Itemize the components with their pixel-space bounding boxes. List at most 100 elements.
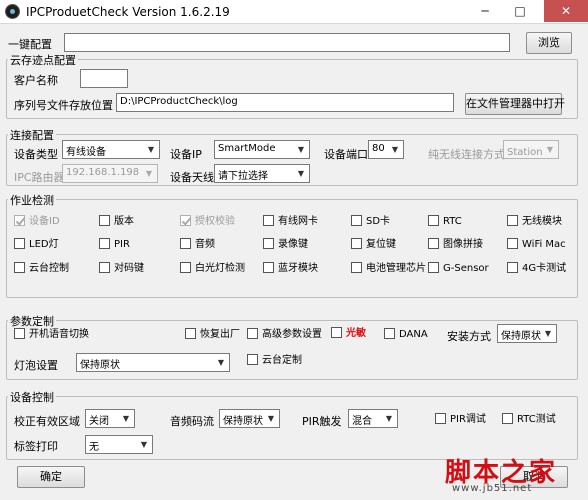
test-checkbox[interactable]: 音频 [180,238,215,251]
test-checkbox-label: 无线模块 [522,216,562,227]
advanced-params-checkbox[interactable]: 高级参数设置 [247,328,322,341]
voice-switch-label: 开机语音切换 [29,329,89,340]
test-checkbox[interactable]: LED灯 [14,238,59,251]
test-checkbox[interactable]: 设备ID [14,215,60,228]
test-checkbox[interactable]: 对码键 [99,262,144,275]
test-checkbox[interactable]: RTC [428,215,462,228]
connection-config-title: 连接配置 [8,127,56,143]
tag-print-value: 无 [89,442,99,453]
checkbox-box [185,328,196,339]
chevron-down-icon: ▼ [264,411,278,426]
title-bar: IPCProduetCheck Version 1.6.2.19 ─ □ ✕ [0,0,588,24]
test-checkbox[interactable]: 授权校验 [180,215,235,228]
device-port-select[interactable]: 80 ▼ [368,140,404,159]
test-checkbox[interactable]: G-Sensor [428,262,489,275]
light-sensitive-checkbox[interactable]: 光敏 [331,327,366,340]
test-checkbox[interactable]: 录像键 [263,238,308,251]
test-checkbox-label: 音频 [195,239,215,250]
checkbox-box [99,262,110,273]
test-checkbox-label: G-Sensor [443,263,489,274]
cloud-config-title: 云存迹点配置 [8,52,78,68]
test-checkbox[interactable]: 复位键 [351,238,396,251]
customer-name-input[interactable] [80,69,128,88]
checkbox-box [99,215,110,226]
pir-trigger-value: 混合 [352,416,372,427]
install-method-label: 安装方式 [447,330,491,343]
test-checkbox-label: 4G卡测试 [522,263,567,274]
onekey-input[interactable] [64,33,510,52]
serial-path-input[interactable]: D:\IPCProductCheck\log [116,93,454,112]
chevron-down-icon: ▼ [137,437,151,452]
close-button[interactable]: ✕ [544,0,588,22]
test-checkbox[interactable]: 白光灯检测 [180,262,245,275]
test-checkbox[interactable]: 版本 [99,215,134,228]
advanced-params-label: 高级参数设置 [262,329,322,340]
region-select[interactable]: 关闭 ▼ [85,409,135,428]
test-checkbox[interactable]: 4G卡测试 [507,262,566,275]
test-checkbox-label: WiFi Mac [522,239,566,250]
antenna-value: 请下拉选择 [218,171,268,182]
voice-switch-checkbox[interactable]: 开机语音切换 [14,328,89,341]
test-checkbox[interactable]: 无线模块 [507,215,562,228]
ptz-custom-checkbox[interactable]: 云台定制 [247,354,302,367]
light-sensitive-label: 光敏 [346,328,366,339]
test-checkbox[interactable]: 电池管理芯片 [351,262,426,275]
checkbox-box [14,262,25,273]
checkbox-box [180,262,191,273]
ipc-router-select[interactable]: 192.168.1.198 ▼ [62,164,158,183]
test-checkbox-label: 蓝牙模块 [278,263,318,274]
test-checkbox-label: 云台控制 [29,263,69,274]
audio-stream-select[interactable]: 保持原状 ▼ [219,409,280,428]
chevron-down-icon: ▼ [388,142,402,157]
serial-path-label: 序列号文件存放位置 [14,99,113,112]
ok-button[interactable]: 确定 [17,466,85,488]
wireless-mode-select[interactable]: Station模 ▼ [503,140,559,159]
chevron-down-icon: ▼ [382,411,396,426]
checkbox-box [180,215,191,226]
antenna-label: 设备天线 [170,171,214,184]
test-checkbox-label: 录像键 [278,239,308,250]
browse-button[interactable]: 浏览 [526,32,572,54]
test-checkbox[interactable]: 蓝牙模块 [263,262,318,275]
tests-title: 作业检测 [8,192,56,208]
checkbox-box [14,215,25,226]
test-checkbox[interactable]: 云台控制 [14,262,69,275]
test-checkbox[interactable]: 有线网卡 [263,215,318,228]
minimize-button[interactable]: ─ [470,0,500,22]
maximize-button[interactable]: □ [505,0,535,22]
open-in-explorer-button[interactable]: 在文件管理器中打开 [465,93,565,115]
test-checkbox-label: 版本 [114,216,134,227]
test-checkbox[interactable]: 图像拼接 [428,238,483,251]
checkbox-box [351,215,362,226]
rtc-test-checkbox[interactable]: RTC测试 [502,413,556,426]
device-type-select[interactable]: 有线设备 ▼ [62,140,160,159]
checkbox-box [99,238,110,249]
device-ip-select[interactable]: SmartMode ▼ [214,140,310,159]
tag-print-select[interactable]: 无 ▼ [85,435,153,454]
pir-debug-label: PIR调试 [450,414,486,425]
install-method-select[interactable]: 保持原状 ▼ [497,324,557,343]
dana-checkbox[interactable]: DANA [384,328,428,341]
test-checkbox-label: 对码键 [114,263,144,274]
pir-trigger-select[interactable]: 混合 ▼ [348,409,398,428]
checkbox-box [351,262,362,273]
checkbox-box [428,238,439,249]
test-checkbox[interactable]: SD卡 [351,215,390,228]
device-ip-value: SmartMode [218,143,276,154]
chevron-down-icon: ▼ [541,326,555,341]
chevron-down-icon: ▼ [119,411,133,426]
bulb-setting-value: 保持原状 [80,360,120,371]
customer-name-label: 客户名称 [14,74,58,87]
pir-debug-checkbox[interactable]: PIR调试 [435,413,486,426]
checkbox-box [263,215,274,226]
bulb-setting-select[interactable]: 保持原状 ▼ [76,353,230,372]
install-method-value: 保持原状 [501,331,541,342]
device-type-label: 设备类型 [14,148,58,161]
antenna-select[interactable]: 请下拉选择 ▼ [214,164,310,183]
test-checkbox[interactable]: WiFi Mac [507,238,566,251]
test-checkbox-label: RTC [443,216,462,227]
audio-stream-label: 音频码流 [170,415,214,428]
test-checkbox[interactable]: PIR [99,238,130,251]
factory-reset-checkbox[interactable]: 恢复出厂 [185,328,240,341]
rtc-test-label: RTC测试 [517,414,556,425]
